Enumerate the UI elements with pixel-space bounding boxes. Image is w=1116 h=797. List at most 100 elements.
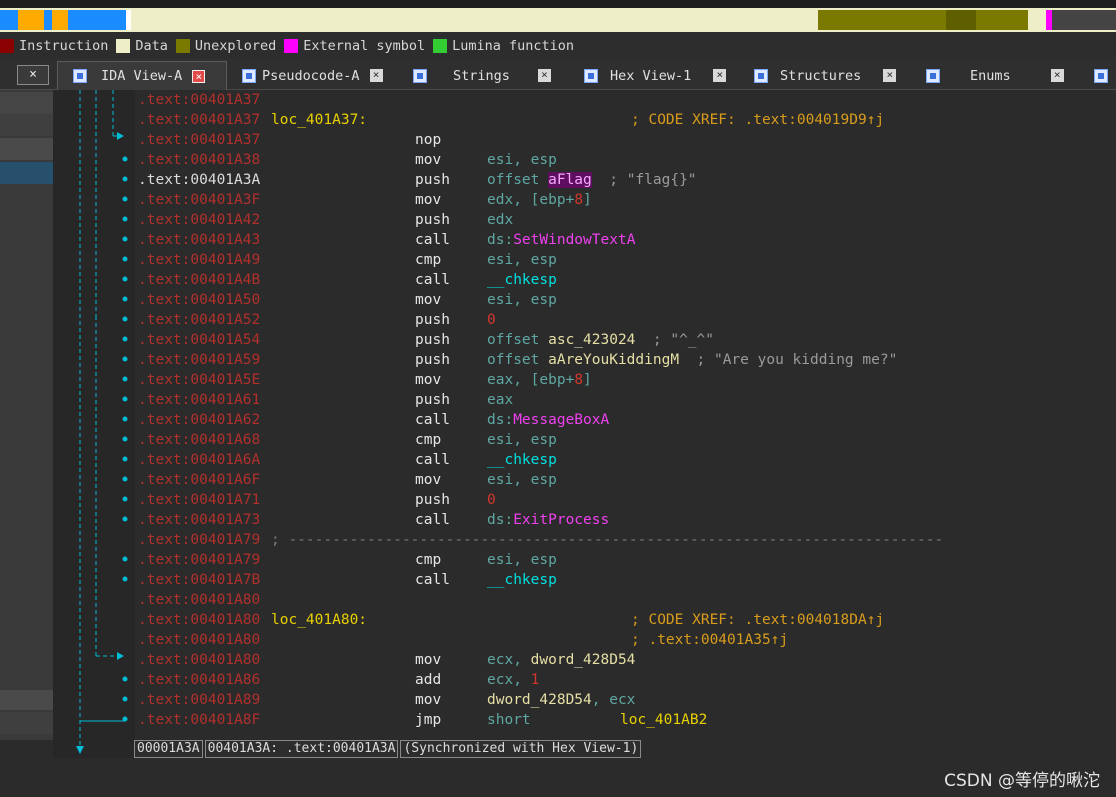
disasm-line[interactable]: .text:00401A73 call ds:ExitProcess: [138, 510, 1098, 530]
mnemonic[interactable]: push: [415, 390, 450, 410]
operands[interactable]: esi, esp: [487, 550, 557, 570]
dock-row[interactable]: [0, 690, 53, 710]
operands[interactable]: ecx, dword_428D54: [487, 650, 635, 670]
tab-hex-view-1[interactable]: Hex View-1 ×: [576, 61, 736, 90]
disasm-line[interactable]: .text:00401A37: [138, 90, 1098, 110]
disasm-line[interactable]: .text:00401A86 add ecx, 1: [138, 670, 1098, 690]
mnemonic[interactable]: call: [415, 570, 450, 590]
operands[interactable]: esi, esp: [487, 290, 557, 310]
disasm-line[interactable]: .text:00401A62 call ds:MessageBoxA: [138, 410, 1098, 430]
code-label[interactable]: loc_401A80:: [271, 610, 367, 630]
line-address[interactable]: .text:00401A61: [138, 390, 260, 410]
tab-ida-view-a[interactable]: IDA View-A ×: [57, 61, 227, 90]
line-address[interactable]: .text:00401A59: [138, 350, 260, 370]
line-address[interactable]: .text:00401A80: [138, 650, 260, 670]
dock-row[interactable]: [0, 712, 53, 734]
operand-data-symbol[interactable]: dword_428D54: [531, 652, 636, 668]
code-xref-comment[interactable]: ; CODE XREF: .text:004018DA↑j: [631, 610, 884, 630]
disasm-line[interactable]: .text:00401A6A call __chkesp: [138, 450, 1098, 470]
line-address[interactable]: .text:00401A86: [138, 670, 260, 690]
dock-row[interactable]: [0, 138, 53, 160]
operands[interactable]: 0: [487, 310, 496, 330]
mnemonic[interactable]: mov: [415, 190, 441, 210]
mnemonic[interactable]: push: [415, 350, 450, 370]
line-address[interactable]: .text:00401A79: [138, 550, 260, 570]
mnemonic[interactable]: push: [415, 330, 450, 350]
operands[interactable]: edx: [487, 210, 513, 230]
mnemonic[interactable]: mov: [415, 690, 441, 710]
operands[interactable]: esi, esp: [487, 150, 557, 170]
disasm-line[interactable]: .text:00401A59 push offset aAreYouKiddingM…: [138, 350, 1098, 370]
line-address[interactable]: .text:00401A89: [138, 690, 260, 710]
disasm-line[interactable]: .text:00401A5E mov eax, [ebp+8]: [138, 370, 1098, 390]
disasm-line[interactable]: .text:00401A54 push offset asc_423024 ; "^…: [138, 330, 1098, 350]
line-address[interactable]: .text:00401A73: [138, 510, 260, 530]
dock-row[interactable]: [0, 92, 53, 114]
tab-close-button[interactable]: ×: [883, 69, 897, 82]
operands[interactable]: offset asc_423024 ; "^_^": [487, 330, 714, 350]
disasm-line[interactable]: .text:00401A71 push 0: [138, 490, 1098, 510]
operand-symbol[interactable]: aAreYouKiddingM: [548, 352, 679, 368]
line-address[interactable]: .text:00401A38: [138, 150, 260, 170]
mnemonic[interactable]: push: [415, 210, 450, 230]
line-address[interactable]: .text:00401A5E: [138, 370, 260, 390]
line-address[interactable]: .text:00401A68: [138, 430, 260, 450]
line-address[interactable]: .text:00401A54: [138, 330, 260, 350]
operand-function[interactable]: __chkesp: [487, 452, 557, 468]
disasm-line[interactable]: .text:00401A61 push eax: [138, 390, 1098, 410]
tab-structures[interactable]: Structures ×: [746, 61, 906, 90]
disasm-line[interactable]: .text:00401A7B call __chkesp: [138, 570, 1098, 590]
operands[interactable]: __chkesp: [487, 270, 557, 290]
line-address[interactable]: .text:00401A7B: [138, 570, 260, 590]
operands[interactable]: dword_428D54, ecx: [487, 690, 635, 710]
operand-symbol[interactable]: asc_423024: [548, 332, 635, 348]
disasm-line[interactable]: .text:00401A79 ; ------------------------…: [138, 530, 1098, 550]
disasm-line[interactable]: .text:00401A38 mov esi, esp: [138, 150, 1098, 170]
line-address[interactable]: .text:00401A3F: [138, 190, 260, 210]
line-address[interactable]: .text:00401A8F: [138, 710, 260, 730]
disasm-line[interactable]: .text:00401A80: [138, 590, 1098, 610]
mnemonic[interactable]: call: [415, 230, 450, 250]
disasm-line[interactable]: .text:00401A52 push 0: [138, 310, 1098, 330]
tab-close-button[interactable]: ×: [537, 69, 551, 82]
mnemonic[interactable]: call: [415, 510, 450, 530]
line-address[interactable]: .text:00401A62: [138, 410, 260, 430]
tab-close-button[interactable]: ×: [713, 69, 727, 82]
operands[interactable]: offset aAreYouKiddingM ; "Are you kiddin…: [487, 350, 897, 370]
operand-function[interactable]: __chkesp: [487, 572, 557, 588]
mnemonic[interactable]: mov: [415, 370, 441, 390]
disasm-line[interactable]: .text:00401A42 push edx: [138, 210, 1098, 230]
line-address[interactable]: .text:00401A37: [138, 90, 260, 110]
mnemonic[interactable]: cmp: [415, 550, 441, 570]
disasm-line[interactable]: .text:00401A37 loc_401A37: ; CODE XREF: .t…: [138, 110, 1098, 130]
disasm-line[interactable]: .text:00401A3F mov edx, [ebp+8]: [138, 190, 1098, 210]
dock-row[interactable]: [0, 114, 53, 136]
line-address[interactable]: .text:00401A4B: [138, 270, 260, 290]
tab-pseudocode-a[interactable]: Pseudocode-A ×: [232, 61, 392, 90]
operands[interactable]: short loc_401AB2: [487, 710, 707, 730]
operand-external-symbol[interactable]: MessageBoxA: [513, 412, 609, 428]
left-dock-panel[interactable]: [0, 90, 53, 740]
dock-row-selected[interactable]: [0, 162, 53, 184]
mnemonic[interactable]: call: [415, 410, 450, 430]
disasm-line[interactable]: .text:00401A3A push offset aFlag ; "flag{}…: [138, 170, 1098, 190]
operands[interactable]: 0: [487, 490, 496, 510]
operand-symbol[interactable]: aFlag: [548, 172, 592, 188]
disasm-line[interactable]: .text:00401A50 mov esi, esp: [138, 290, 1098, 310]
disasm-line[interactable]: .text:00401A68 cmp esi, esp: [138, 430, 1098, 450]
disasm-line[interactable]: .text:00401A89 mov dword_428D54, ecx: [138, 690, 1098, 710]
disasm-line[interactable]: .text:00401A8F jmp short loc_401AB2: [138, 710, 1098, 730]
operands[interactable]: esi, esp: [487, 250, 557, 270]
operand-external-symbol[interactable]: ExitProcess: [513, 512, 609, 528]
operand-data-symbol[interactable]: dword_428D54: [487, 692, 592, 708]
line-address[interactable]: .text:00401A6A: [138, 450, 260, 470]
line-address[interactable]: .text:00401A79: [138, 530, 260, 550]
disasm-line[interactable]: .text:00401A80 ; .text:00401A35↑j: [138, 630, 1098, 650]
tab-close-button[interactable]: ×: [369, 69, 383, 82]
mnemonic[interactable]: push: [415, 490, 450, 510]
code-xref-comment[interactable]: ; CODE XREF: .text:004019D9↑j: [631, 110, 884, 130]
tab-close-button[interactable]: ×: [192, 69, 206, 83]
mnemonic[interactable]: call: [415, 450, 450, 470]
navigation-band[interactable]: [0, 8, 1116, 32]
operands[interactable]: ecx, 1: [487, 670, 539, 690]
